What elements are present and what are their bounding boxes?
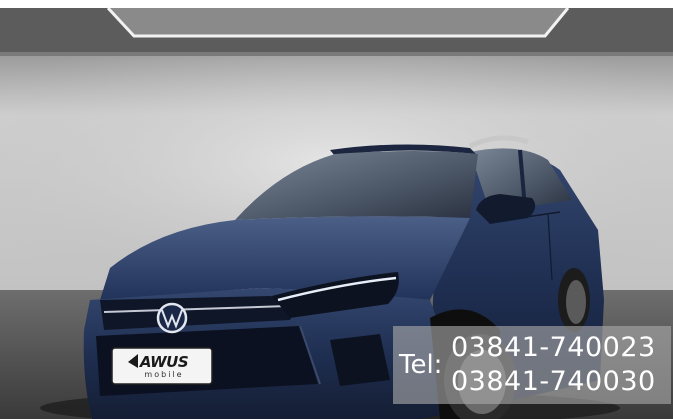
tel-label: Tel:: [399, 350, 443, 380]
car-photo: AWUS mobile Tel: 03841-740023 03841-7400…: [0, 0, 673, 419]
phone-number-2: 03841-740030: [451, 366, 656, 397]
plate-brand-text: AWUS: [139, 353, 189, 371]
plate-sub-text: mobile: [144, 370, 184, 379]
license-plate: AWUS mobile: [118, 354, 210, 379]
phone-overlay: Tel: 03841-740023 03841-740030: [393, 326, 671, 404]
phone-number-1: 03841-740023: [451, 332, 656, 363]
